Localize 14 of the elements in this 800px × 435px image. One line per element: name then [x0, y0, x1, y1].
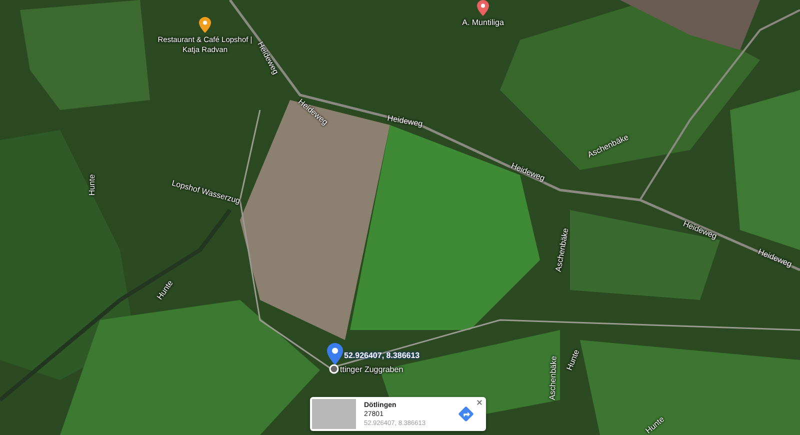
photo-placeholder: [312, 399, 356, 429]
road-label: Heideweg: [386, 113, 424, 129]
road-label: Aschenbäke: [554, 228, 570, 272]
place-pin-icon[interactable]: [477, 0, 489, 16]
place-label[interactable]: A. Muntiliga: [462, 18, 504, 27]
pin-coordinates-label: 52.926407, 8.386613: [344, 351, 420, 360]
road-label: Hunte: [88, 174, 96, 196]
road-label: Hunte: [564, 348, 582, 372]
close-icon[interactable]: [476, 399, 483, 406]
location-pin-icon: [327, 343, 343, 365]
stream-marker-icon: [329, 364, 339, 374]
place-pin-icon[interactable]: [199, 17, 211, 33]
road-label: Aschenbäke: [548, 356, 558, 400]
stream-label: ttinger Zuggraben: [340, 365, 404, 374]
